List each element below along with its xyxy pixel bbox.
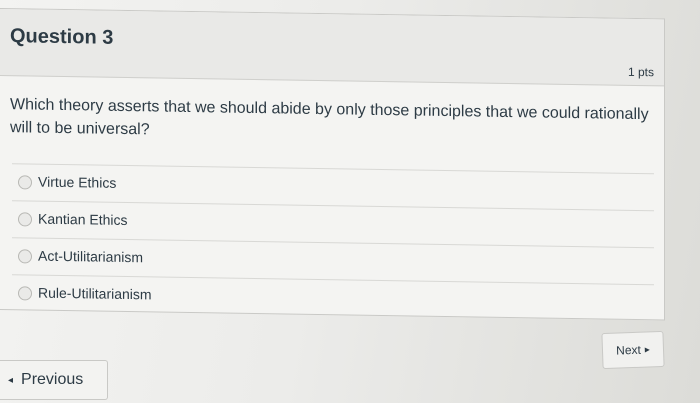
answer-label: Virtue Ethics — [38, 173, 117, 191]
next-label: Next — [615, 342, 642, 358]
question-card: Question 3 1 pts Which theory asserts th… — [0, 8, 665, 322]
radio-button[interactable] — [18, 212, 32, 227]
chevron-left-icon: ◂ — [8, 374, 14, 386]
radio-button[interactable] — [18, 175, 32, 190]
previous-button[interactable]: ◂ Previous — [0, 360, 108, 400]
chevron-right-icon: ▸ — [644, 343, 651, 356]
question-header: Question 3 1 pts — [0, 9, 664, 87]
answer-label: Rule-Utilitarianism — [38, 284, 152, 303]
question-points: 1 pts — [627, 64, 654, 80]
next-button[interactable]: Next ▸ — [601, 330, 665, 370]
radio-button[interactable] — [18, 249, 32, 264]
question-text: Which theory asserts that we should abid… — [10, 96, 649, 139]
answer-list: Virtue Ethics Kantian Ethics Act-Utilita… — [12, 163, 654, 322]
radio-button[interactable] — [18, 286, 32, 301]
previous-label: Previous — [21, 371, 84, 388]
answer-label: Act-Utilitarianism — [38, 247, 144, 266]
answer-label: Kantian Ethics — [38, 210, 128, 229]
question-title: Question 3 — [10, 25, 114, 49]
